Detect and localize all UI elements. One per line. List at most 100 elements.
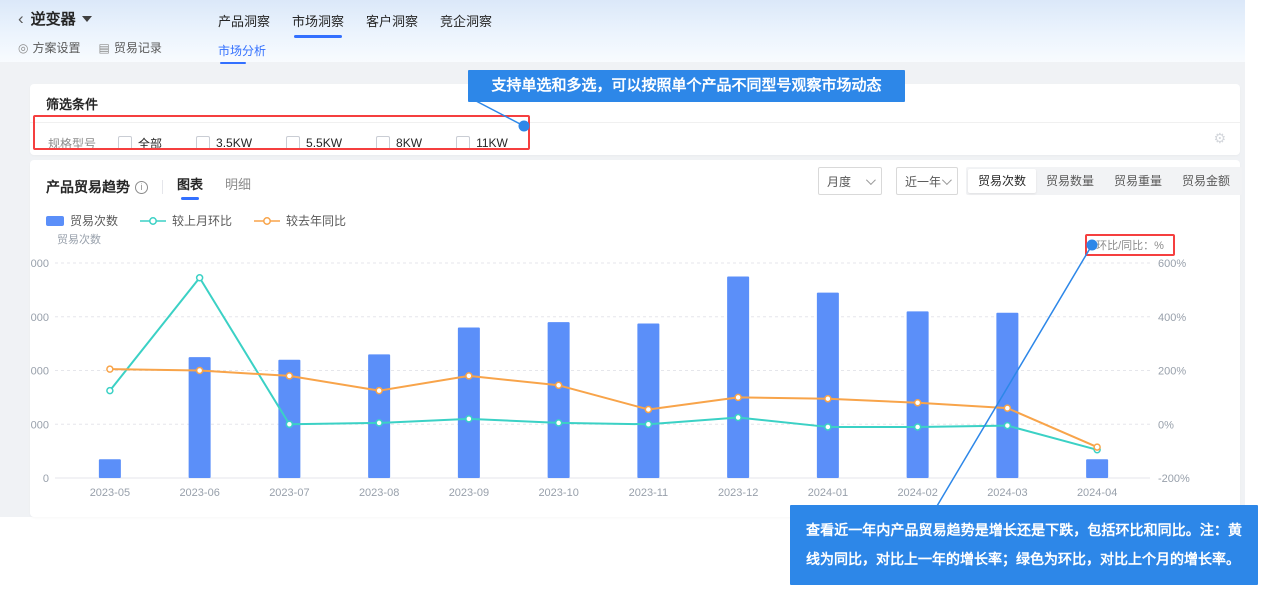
- metric-segmented-control: 贸易次数 贸易数量 贸易重量 贸易金额: [966, 167, 1242, 195]
- option-label: 11KW: [476, 136, 508, 150]
- trend-title: 产品贸易趋势: [46, 177, 130, 197]
- trade-count-bar: [368, 354, 390, 478]
- x-axis-tick: 2023-08: [359, 487, 399, 499]
- yoy-point: [735, 394, 741, 400]
- tab-market-insight[interactable]: 市场洞察: [292, 11, 344, 38]
- chevron-down-icon[interactable]: [82, 16, 92, 22]
- range-select[interactable]: 近一年: [896, 167, 958, 195]
- chevron-down-icon: [866, 175, 876, 185]
- yoy-point: [645, 406, 651, 412]
- option-label: 8KW: [396, 136, 422, 150]
- trend-header: 产品贸易趋势 i 图表 明细: [46, 174, 273, 200]
- scheme-settings-link[interactable]: ◎ 方案设置: [18, 39, 81, 56]
- option-label: 3.5KW: [216, 136, 252, 150]
- mom-point: [376, 420, 382, 426]
- range-select-value: 近一年: [905, 173, 941, 190]
- mom-point: [107, 388, 113, 394]
- info-icon[interactable]: i: [135, 181, 148, 194]
- subtab-market-analysis[interactable]: 市场分析: [218, 42, 266, 64]
- scheme-settings-label: 方案设置: [32, 39, 80, 56]
- yoy-point: [197, 368, 203, 374]
- left-axis-tick: 80,000: [30, 258, 49, 270]
- x-axis-tick: 2023-12: [718, 487, 758, 499]
- yoy-point: [466, 373, 472, 379]
- mom-point: [645, 421, 651, 427]
- trade-records-label: 贸易记录: [114, 39, 162, 56]
- mom-point: [466, 416, 472, 422]
- period-select-value: 月度: [827, 173, 851, 190]
- option-label: 5.5KW: [306, 136, 342, 150]
- trend-chart: 80,000600%60,000400%40,000200%20,0000%0-…: [30, 225, 1240, 517]
- trade-count-bar: [1086, 459, 1108, 478]
- trade-count-bar: [996, 313, 1018, 478]
- quick-links: ◎ 方案设置 ▤ 贸易记录: [18, 39, 162, 56]
- mom-point: [1004, 423, 1010, 429]
- page: ‹ 逆变器 ◎ 方案设置 ▤ 贸易记录 产品洞察 市场洞察 客户洞察 竞企洞察: [0, 0, 1269, 607]
- yoy-point: [556, 382, 562, 388]
- left-axis-title: 贸易次数: [57, 232, 101, 246]
- chevron-down-icon: [942, 175, 952, 185]
- x-axis-tick: 2024-03: [987, 487, 1027, 499]
- spec-filter-label: 规格型号: [40, 135, 118, 152]
- yoy-point: [825, 396, 831, 402]
- trade-count-bar: [727, 276, 749, 478]
- tab-detail-view[interactable]: 明细: [225, 174, 251, 200]
- product-title: 逆变器: [31, 8, 76, 29]
- trend-tooltip: 查看近一年内产品贸易趋势是增长还是下跌，包括环比和同比。注：黄线为同比，对比上一…: [790, 505, 1258, 585]
- metric-trade-weight-button[interactable]: 贸易重量: [1104, 169, 1172, 193]
- yoy-line: [110, 369, 1097, 447]
- yoy-point: [376, 388, 382, 394]
- divider: [162, 180, 163, 194]
- x-axis-tick: 2024-02: [897, 487, 937, 499]
- line-series-swatch: [254, 216, 280, 226]
- trade-count-bar: [817, 293, 839, 478]
- trade-count-bar: [548, 322, 570, 478]
- yoy-point: [1094, 444, 1100, 450]
- tab-customer-insight[interactable]: 客户洞察: [366, 11, 418, 38]
- tab-competitor-insight[interactable]: 竞企洞察: [440, 11, 492, 38]
- checkbox-option-all[interactable]: 全部: [118, 135, 162, 152]
- yoy-point: [107, 366, 113, 372]
- tab-chart-view[interactable]: 图表: [177, 174, 203, 200]
- tab-product-insight[interactable]: 产品洞察: [218, 11, 270, 38]
- right-axis-tick: 200%: [1158, 366, 1186, 378]
- checkbox-option-8kw[interactable]: 8KW: [376, 136, 422, 150]
- checkbox-icon[interactable]: [456, 136, 470, 150]
- mom-point: [915, 424, 921, 430]
- checkbox-icon[interactable]: [196, 136, 210, 150]
- right-axis-tick: 0%: [1158, 419, 1174, 431]
- metric-trade-amount-button[interactable]: 贸易金额: [1172, 169, 1240, 193]
- left-axis-tick: 0: [43, 473, 49, 485]
- checkbox-option-5-5kw[interactable]: 5.5KW: [286, 136, 342, 150]
- bar-series-swatch: [46, 216, 64, 226]
- checkbox-icon[interactable]: [286, 136, 300, 150]
- x-axis-tick: 2023-11: [629, 487, 669, 499]
- metric-trade-count-button[interactable]: 贸易次数: [968, 169, 1036, 193]
- yoy-point: [1004, 405, 1010, 411]
- divider: [30, 122, 1240, 123]
- trade-count-bar: [189, 357, 211, 478]
- mom-point: [735, 415, 741, 421]
- document-icon: ▤: [99, 41, 110, 55]
- yoy-point: [915, 400, 921, 406]
- x-axis-tick: 2023-09: [449, 487, 489, 499]
- checkbox-option-3-5kw[interactable]: 3.5KW: [196, 136, 252, 150]
- product-selector[interactable]: ‹ 逆变器: [18, 8, 92, 29]
- metric-trade-quantity-button[interactable]: 贸易数量: [1036, 169, 1104, 193]
- target-icon: ◎: [18, 41, 28, 55]
- x-axis-tick: 2023-10: [538, 487, 578, 499]
- right-axis-tick: 400%: [1158, 312, 1186, 324]
- left-axis-tick: 40,000: [30, 366, 49, 378]
- trade-records-link[interactable]: ▤ 贸易记录: [99, 39, 162, 56]
- checkbox-option-11kw[interactable]: 11KW: [456, 136, 508, 150]
- filter-settings-icon[interactable]: ⚙: [1213, 130, 1226, 147]
- main-tabs: 产品洞察 市场洞察 客户洞察 竞企洞察: [218, 11, 492, 38]
- trade-count-bar: [458, 328, 480, 479]
- period-select[interactable]: 月度: [818, 167, 882, 195]
- trend-chart-canvas: 80,000600%60,000400%40,000200%20,0000%0-…: [30, 225, 1240, 517]
- checkbox-icon[interactable]: [118, 136, 132, 150]
- trade-count-bar: [907, 311, 929, 478]
- checkbox-icon[interactable]: [376, 136, 390, 150]
- chevron-left-icon[interactable]: ‹: [18, 9, 24, 29]
- x-axis-tick: 2024-04: [1077, 487, 1117, 499]
